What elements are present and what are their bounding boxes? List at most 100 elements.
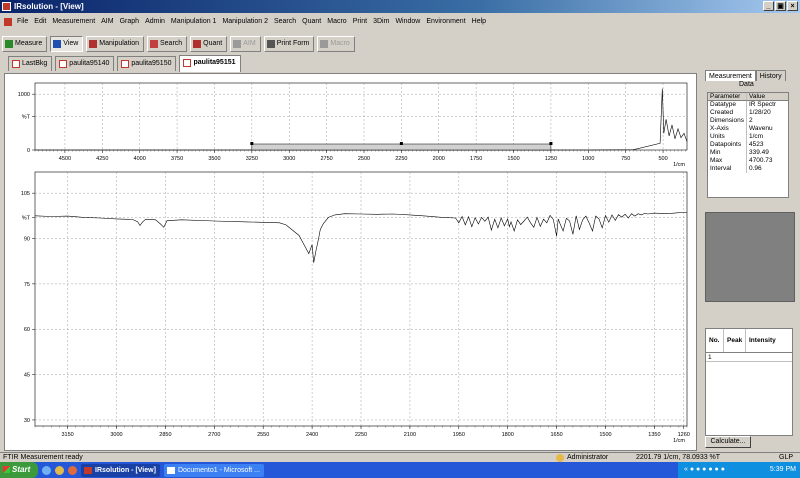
menu-measurement[interactable]: Measurement (52, 18, 95, 25)
system-tray: « ● ● ● ● ● ● 5:39 PM (678, 462, 800, 478)
x-tick-label: 1500 (507, 156, 519, 162)
parameter-name: Units (710, 133, 725, 140)
menu-environment[interactable]: Environment (426, 18, 465, 25)
manipulation-icon (89, 40, 98, 48)
y-tick-label: %T (22, 115, 31, 121)
x-tick-label: 2700 (208, 432, 220, 438)
aim-button[interactable]: AIM (230, 36, 261, 52)
menu-help[interactable]: Help (472, 18, 486, 25)
clock: 5:39 PM (769, 466, 796, 473)
spectrum-plot[interactable]: 4500 4250 4000 3750 3500 3250 3000 2750 2500 2250… (5, 74, 696, 450)
menu-manipulation-1[interactable]: Manipulation 1 (171, 18, 217, 25)
start-button[interactable]: Start (0, 462, 38, 478)
parameter-value: 339.49 (746, 149, 786, 157)
parameter-row[interactable]: Datapoints 4523 (708, 141, 788, 149)
x-tick-label: 1350 (648, 432, 660, 438)
tab-lastbkg[interactable]: LastBkg (8, 56, 53, 71)
ie-icon[interactable] (42, 465, 51, 475)
parameter-value: Wavenu (746, 125, 786, 133)
x-tick-label: 3150 (61, 432, 73, 438)
x-tick-label: 1750 (470, 156, 482, 162)
window-titlebar: IRsolution - [View] _ ▣ × (0, 0, 800, 13)
parameter-value: 0.96 (746, 165, 786, 173)
parameter-row[interactable]: X-Axis Wavenu (708, 125, 788, 133)
x-tick-label: 4500 (59, 156, 71, 162)
tab-paulita95140[interactable]: paulita95140 (55, 56, 115, 71)
x-tick-label: 3000 (110, 432, 122, 438)
measure-button[interactable]: Measure (2, 36, 48, 52)
spectrum-line-overview (35, 88, 688, 151)
menu-file[interactable]: File (17, 18, 28, 25)
parameter-name: Min (710, 149, 721, 156)
menu-macro[interactable]: Macro (327, 18, 346, 25)
macro-button[interactable]: Macro (317, 36, 355, 52)
menu-search[interactable]: Search (274, 18, 296, 25)
menu-manipulation-2[interactable]: Manipulation 2 (222, 18, 268, 25)
side-panel: Measurement History Data Parameter Value… (703, 62, 796, 454)
parameter-value: 4523 (746, 141, 786, 149)
tab-measurement[interactable]: Measurement (705, 70, 756, 81)
tray-icons[interactable]: « ● ● ● ● ● ● (684, 466, 725, 473)
peak-row[interactable]: 1 (706, 353, 792, 362)
app-icon[interactable] (2, 2, 11, 11)
y-tick-label: 90 (24, 237, 30, 243)
quant-button[interactable]: Quant (190, 36, 228, 52)
task-irsolution[interactable]: IRsolution - [View] (81, 463, 160, 477)
menu-print[interactable]: Print (353, 18, 367, 25)
parameter-table: Parameter Value Datatype IR Spectr Created… (707, 92, 789, 198)
document-menu-icon[interactable] (4, 17, 12, 26)
print-form-button[interactable]: Print Form (263, 36, 315, 52)
restore-button[interactable]: ▣ (775, 1, 786, 11)
search-icon (149, 40, 158, 48)
parameter-name: X-Axis (710, 125, 729, 132)
tab-paulita95150[interactable]: paulita95150 (117, 56, 177, 71)
range-handle (399, 142, 403, 145)
explorer-icon[interactable] (55, 465, 64, 475)
task-word[interactable]: Documento1 - Microsoft ... (163, 463, 265, 477)
tab-label: paulita95151 (193, 59, 236, 66)
x-tick-label: 2250 (355, 432, 367, 438)
plot-area-zoom (34, 171, 688, 427)
parameter-row[interactable]: Units 1/cm (708, 133, 788, 141)
parameter-row[interactable]: Datatype IR Spectr (708, 101, 788, 109)
search-button[interactable]: Search (146, 36, 188, 52)
menu-quant[interactable]: Quant (302, 18, 321, 25)
tab-history[interactable]: History (755, 70, 786, 81)
menu-aim[interactable]: AIM (101, 18, 113, 25)
view-label: View (63, 40, 79, 47)
minimize-button[interactable]: _ (763, 1, 774, 11)
parameter-row[interactable]: Interval 0.96 (708, 165, 788, 173)
firefox-icon[interactable] (68, 465, 77, 475)
x-tick-label: 750 (621, 156, 630, 162)
manipulation-button[interactable]: Manipulation (86, 36, 144, 52)
y-tick-label: 75 (24, 282, 30, 288)
parameter-row[interactable]: Max 4700.73 (708, 157, 788, 165)
menu-admin[interactable]: Admin (145, 18, 165, 25)
parameter-name: Dimensions (710, 117, 744, 124)
calculate-button[interactable]: Calculate... (705, 436, 751, 448)
print-form-label: Print Form (276, 40, 310, 47)
peak-header[interactable]: Peak (724, 329, 746, 352)
menu-graph[interactable]: Graph (120, 18, 139, 25)
parameter-row[interactable]: Dimensions 2 (708, 117, 788, 125)
intensity-header[interactable]: Intensity (746, 329, 792, 352)
x-axis-label: 1/cm (673, 438, 685, 444)
menu-edit[interactable]: Edit (34, 18, 46, 25)
menu-3dim[interactable]: 3Dim (373, 18, 389, 25)
view-button[interactable]: View (50, 36, 84, 52)
document-tabs: LastBkg paulita95140 paulita95150 paulita95… (8, 55, 241, 72)
x-tick-label: 2000 (433, 156, 445, 162)
parameter-name: Created (710, 109, 734, 116)
value-header[interactable]: Value (746, 93, 786, 100)
close-button[interactable]: × (787, 1, 798, 11)
spectrum-file-icon (59, 60, 68, 68)
parameter-row[interactable]: Min 339.49 (708, 149, 788, 157)
y-tick-label: 1000 (18, 92, 30, 98)
parameter-header[interactable]: Parameter (708, 93, 746, 100)
menu-window[interactable]: Window (395, 18, 420, 25)
tab-paulita95151[interactable]: paulita95151 (179, 55, 241, 72)
x-tick-label: 500 (658, 156, 667, 162)
aim-label: AIM (243, 40, 256, 47)
peak-no-header[interactable]: No. (706, 329, 724, 352)
parameter-row[interactable]: Created 1/28/20 (708, 109, 788, 117)
